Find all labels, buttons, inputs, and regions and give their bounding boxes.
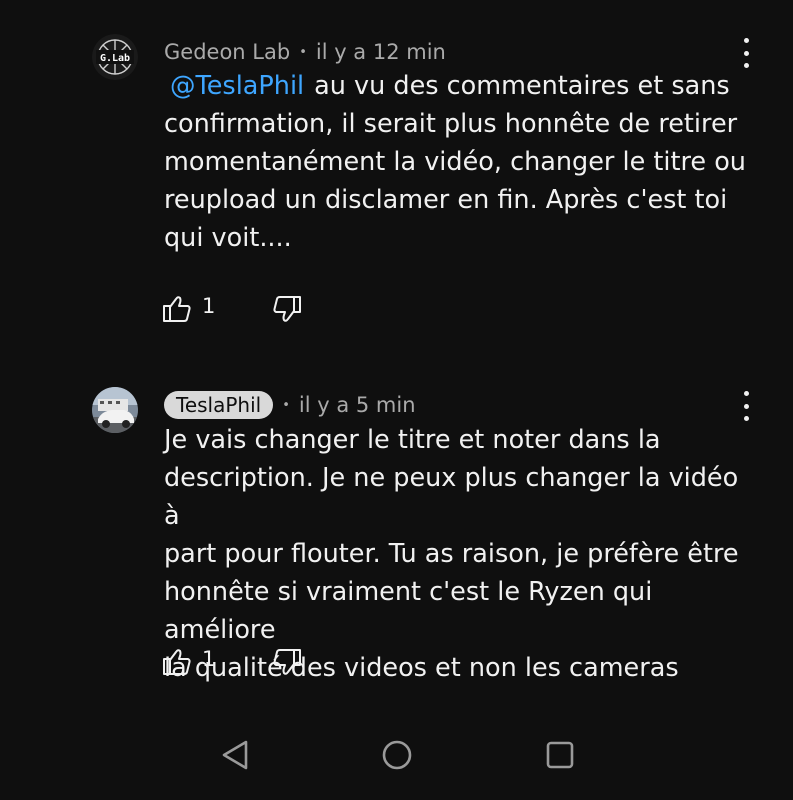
comment-line: @TeslaPhil au vu des commentaires et sans: [170, 71, 730, 101]
comment-text: @TeslaPhil au vu des commentaires et sans…: [164, 67, 754, 257]
creator-badge-author-name[interactable]: TeslaPhil: [164, 391, 274, 419]
home-icon[interactable]: [380, 738, 414, 772]
back-icon[interactable]: [218, 738, 252, 772]
comment-line: reupload un disclamer en fin. Après c'es…: [164, 185, 728, 215]
comment-line: part pour flouter. Tu as raison, je préf…: [164, 539, 739, 569]
comment-line: description. Je ne peux plus changer la …: [164, 463, 739, 531]
author-name[interactable]: Gedeon Lab: [164, 40, 290, 64]
timestamp: il y a 12 min: [315, 40, 446, 64]
thumbs-down-icon[interactable]: [272, 295, 302, 323]
recents-icon[interactable]: [543, 738, 577, 772]
thumbs-up-icon[interactable]: [162, 295, 192, 323]
like-count: 1: [202, 294, 216, 318]
more-vert-icon[interactable]: [735, 391, 757, 421]
more-vert-icon[interactable]: [735, 38, 757, 68]
comment-header: TeslaPhil • il y a 5 min: [164, 387, 416, 423]
comment-line: la qualité des videos et non les cameras: [164, 653, 679, 683]
comment-line: qui voit....: [164, 223, 292, 253]
comment-line: Je vais changer le titre et noter dans l…: [164, 425, 661, 455]
avatar-text: G.Lab: [100, 53, 130, 64]
separator-dot: •: [299, 44, 307, 60]
comment-header: Gedeon Lab • il y a 12 min: [164, 34, 446, 70]
separator-dot: •: [282, 397, 290, 413]
like-count: 1: [202, 647, 216, 671]
comment-line: honnête si vraiment c'est le Ryzen qui a…: [164, 577, 653, 645]
thumbs-down-icon[interactable]: [272, 648, 302, 676]
avatar[interactable]: G.Lab: [92, 34, 138, 80]
comment-text: Je vais changer le titre et noter dans l…: [164, 421, 754, 687]
timestamp: il y a 5 min: [298, 393, 416, 417]
comment-line: momentanément la vidéo, changer le titre…: [164, 147, 746, 177]
thumbs-up-icon[interactable]: [162, 648, 192, 676]
comment-line: confirmation, il serait plus honnête de …: [164, 109, 738, 139]
mention-link[interactable]: @TeslaPhil: [170, 71, 304, 101]
system-navigation-bar: [0, 712, 793, 800]
avatar[interactable]: [92, 387, 138, 433]
